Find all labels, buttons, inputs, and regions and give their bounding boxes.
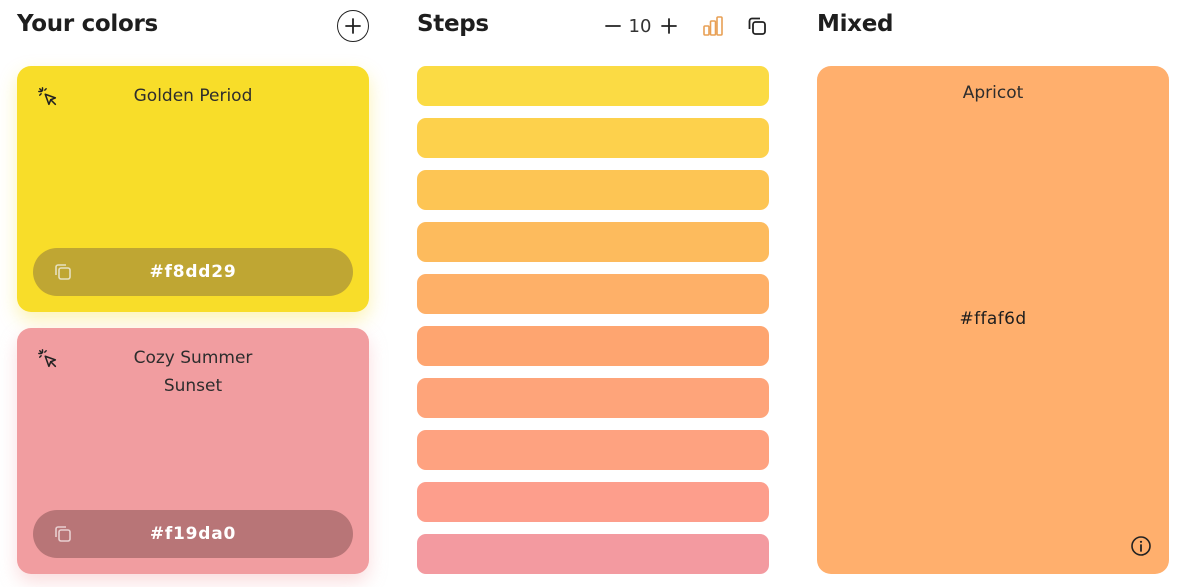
step-swatch[interactable]	[417, 326, 769, 366]
copy-steps-button[interactable]	[745, 12, 769, 40]
color-name-line-2[interactable]: Sunset	[17, 372, 369, 400]
your-colors-title: Your colors	[17, 11, 158, 37]
hex-copy-bar[interactable]: #f8dd29	[33, 248, 353, 296]
step-swatch[interactable]	[417, 66, 769, 106]
decrease-steps-button[interactable]	[601, 12, 625, 40]
increase-steps-button[interactable]	[657, 12, 681, 40]
step-swatch[interactable]	[417, 378, 769, 418]
bar-chart-icon	[703, 16, 723, 36]
mixed-title: Mixed	[817, 11, 894, 37]
color-card-golden-period[interactable]: Golden Period #f8dd29	[17, 66, 369, 312]
copy-icon	[748, 17, 766, 35]
info-icon[interactable]	[1130, 535, 1152, 557]
step-swatch[interactable]	[417, 482, 769, 522]
chart-toggle-button[interactable]	[701, 12, 725, 40]
color-name-line-1[interactable]: Cozy Summer	[17, 344, 369, 372]
step-swatch[interactable]	[417, 430, 769, 470]
mixed-hex-value[interactable]: #ffaf6d	[817, 309, 1169, 329]
step-swatch[interactable]	[417, 274, 769, 314]
steps-title: Steps	[417, 11, 489, 37]
copy-icon[interactable]	[53, 262, 73, 282]
add-color-button[interactable]	[337, 10, 369, 42]
step-swatch[interactable]	[417, 118, 769, 158]
plus-icon	[661, 18, 677, 34]
hex-copy-bar[interactable]: #f19da0	[33, 510, 353, 558]
mixed-color-card[interactable]: Apricot #ffaf6d	[817, 66, 1169, 574]
color-card-cozy-summer-sunset[interactable]: Cozy Summer Sunset #f19da0	[17, 328, 369, 574]
minus-icon	[605, 25, 621, 27]
step-count: 10	[628, 15, 652, 37]
hex-value: #f8dd29	[149, 262, 237, 282]
step-swatch[interactable]	[417, 222, 769, 262]
plus-icon	[345, 18, 361, 34]
step-swatch[interactable]	[417, 534, 769, 574]
color-name[interactable]: Golden Period	[17, 82, 369, 110]
copy-icon[interactable]	[53, 524, 73, 544]
hex-value: #f19da0	[149, 524, 237, 544]
step-swatch[interactable]	[417, 170, 769, 210]
mixed-color-name: Apricot	[962, 83, 1024, 103]
